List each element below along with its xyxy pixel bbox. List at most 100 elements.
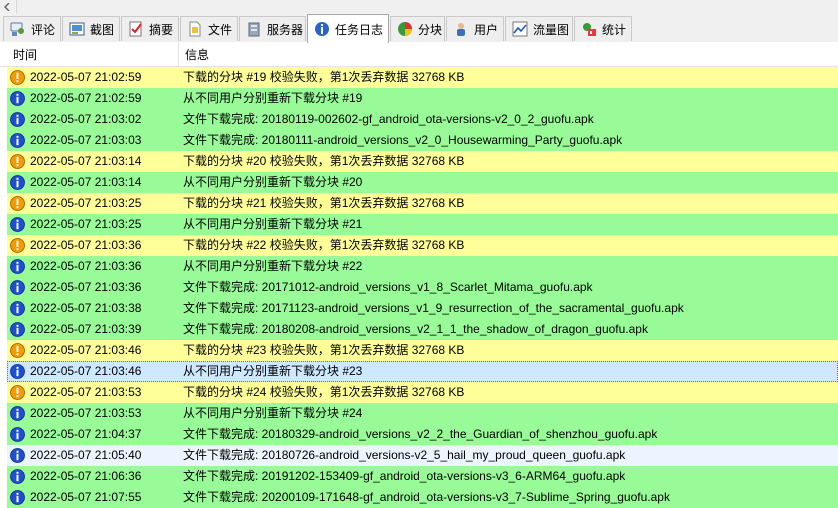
log-time: 2022-05-07 21:03:14 [30,154,142,168]
log-message: 下载的分块 #24 校验失败，第1次丢弃数据 32768 KB [183,385,465,399]
info-icon [10,91,25,106]
warning-icon [10,154,25,169]
tab-task-log[interactable]: 任务日志 [307,14,389,43]
chevron-left-icon [4,3,10,11]
info-icon [10,301,25,316]
log-message: 文件下载完成: 20180208-android_versions_v2_1_1… [183,322,648,336]
info-icon [10,469,25,484]
info-icon [10,427,25,442]
table-row[interactable]: 2022-05-07 21:03:36 从不同用户分别重新下载分块 #22 [7,256,838,277]
info-icon [10,364,25,379]
log-time: 2022-05-07 21:02:59 [30,91,142,105]
tab-files[interactable]: 文件 [180,16,238,41]
tab-users[interactable]: 用户 [446,16,504,41]
tab-traffic-chart[interactable]: 流量图 [505,16,573,41]
table-row[interactable]: 2022-05-07 21:03:53 从不同用户分别重新下载分块 #24 [7,403,838,424]
server-icon [248,22,260,37]
tab-screenshots[interactable]: 截图 [62,16,120,41]
log-message: 从不同用户分别重新下载分块 #20 [183,175,363,189]
log-time: 2022-05-07 21:05:40 [30,448,142,462]
table-row[interactable]: 2022-05-07 21:02:59 从不同用户分别重新下载分块 #19 [7,88,838,109]
table-row[interactable]: 2022-05-07 21:03:36 文件下载完成: 20171012-andr… [7,277,838,298]
log-time: 2022-05-07 21:03:46 [30,343,142,357]
table-row[interactable]: 2022-05-07 21:03:38 文件下载完成: 20171123-andr… [7,298,838,319]
log-time: 2022-05-07 21:03:02 [30,112,142,126]
tab-summary[interactable]: 摘要 [121,16,179,41]
tab-label: 分块 [418,22,443,37]
tab-label: 评论 [31,22,56,37]
log-time: 2022-05-07 21:03:36 [30,238,142,252]
tab-servers[interactable]: 服务器 [239,16,306,41]
log-message: 下载的分块 #19 校验失败，第1次丢弃数据 32768 KB [183,70,465,84]
info-icon [10,175,25,190]
chunk-pie-icon [398,22,412,36]
log-time: 2022-05-07 21:03:25 [30,196,142,210]
log-time: 2022-05-07 21:03:36 [30,280,142,294]
table-row[interactable]: 2022-05-07 21:03:46 从不同用户分别重新下载分块 #23 [7,361,838,382]
summary-icon [129,21,142,37]
statistics-icon [583,23,596,36]
table-row[interactable]: 2022-05-07 21:03:39 文件下载完成: 20180208-andr… [7,319,838,340]
tab-label: 用户 [474,22,499,37]
column-header-time[interactable]: 时间 [7,42,179,66]
comment-icon [10,22,24,36]
log-message: 下载的分块 #20 校验失败，第1次丢弃数据 32768 KB [183,154,465,168]
scroll-strip [0,0,838,15]
tab-comments[interactable]: 评论 [3,16,61,41]
table-row[interactable]: 2022-05-07 21:02:59 下载的分块 #19 校验失败，第1次丢弃数… [7,67,838,88]
table-row[interactable]: 2022-05-07 21:03:14 下载的分块 #20 校验失败，第1次丢弃数… [7,151,838,172]
log-time: 2022-05-07 21:03:53 [30,385,142,399]
screenshot-icon [69,22,85,36]
log-message: 从不同用户分别重新下载分块 #24 [183,406,363,420]
info-icon [10,217,25,232]
log-message: 从不同用户分别重新下载分块 #19 [183,91,363,105]
table-row[interactable]: 2022-05-07 21:03:46 下载的分块 #23 校验失败，第1次丢弃数… [7,340,838,361]
log-time: 2022-05-07 21:03:36 [30,259,142,273]
log-message: 文件下载完成: 20180119-002602-gf_android_ota-v… [183,112,594,126]
tab-label: 摘要 [149,22,174,37]
warning-icon [10,238,25,253]
table-row[interactable]: 2022-05-07 21:03:02 文件下载完成: 20180119-0026… [7,109,838,130]
log-message: 从不同用户分别重新下载分块 #21 [183,217,363,231]
tab-statistics[interactable]: 统计 [574,16,632,41]
table-row[interactable]: 2022-05-07 21:03:53 下载的分块 #24 校验失败，第1次丢弃数… [7,382,838,403]
log-time: 2022-05-07 21:03:53 [30,406,142,420]
tab-label: 任务日志 [335,22,384,37]
task-log-icon [315,22,329,36]
info-icon [10,280,25,295]
info-icon [10,259,25,274]
warning-icon [10,70,25,85]
table-header: 时间 信息 [0,42,838,67]
table-row[interactable]: 2022-05-07 21:03:36 下载的分块 #22 校验失败，第1次丢弃数… [7,235,838,256]
info-icon [10,448,25,463]
tab-label: 文件 [208,22,233,37]
log-message: 文件下载完成: 20191202-153409-gf_android_ota-v… [183,469,626,483]
log-time: 2022-05-07 21:03:46 [30,364,142,378]
column-header-info[interactable]: 信息 [179,42,838,66]
info-icon [10,112,25,127]
table-row[interactable]: 2022-05-07 21:03:25 从不同用户分别重新下载分块 #21 [7,214,838,235]
table-row[interactable]: 2022-05-07 21:03:03 文件下载完成: 20180111-andr… [7,130,838,151]
tab-label: 流量图 [533,22,570,37]
info-icon [10,322,25,337]
log-message: 文件下载完成: 20171123-android_versions_v1_9_r… [183,301,684,315]
table-row[interactable]: 2022-05-07 21:06:36 文件下载完成: 20191202-1534… [7,466,838,487]
info-icon [10,490,25,505]
log-message: 文件下载完成: 20180726-android_versions-v2_5_h… [183,448,626,462]
tab-label: 服务器 [267,22,304,37]
table-row[interactable]: 2022-05-07 21:04:37 文件下载完成: 20180329-andr… [7,424,838,445]
info-icon [10,406,25,421]
tab-label: 截图 [90,22,115,37]
log-time: 2022-05-07 21:03:25 [30,217,142,231]
table-row[interactable]: 2022-05-07 21:05:40 文件下载完成: 20180726-andr… [7,445,838,466]
tab-chunks[interactable]: 分块 [390,16,445,41]
log-message: 下载的分块 #23 校验失败，第1次丢弃数据 32768 KB [183,343,465,357]
warning-icon [10,385,25,400]
file-icon [189,21,201,37]
traffic-chart-icon [512,21,528,37]
scroll-left-button[interactable] [0,0,17,13]
log-time: 2022-05-07 21:03:03 [30,133,142,147]
table-row[interactable]: 2022-05-07 21:03:25 下载的分块 #21 校验失败，第1次丢弃数… [7,193,838,214]
table-row[interactable]: 2022-05-07 21:03:14 从不同用户分别重新下载分块 #20 [7,172,838,193]
user-icon [457,23,465,36]
